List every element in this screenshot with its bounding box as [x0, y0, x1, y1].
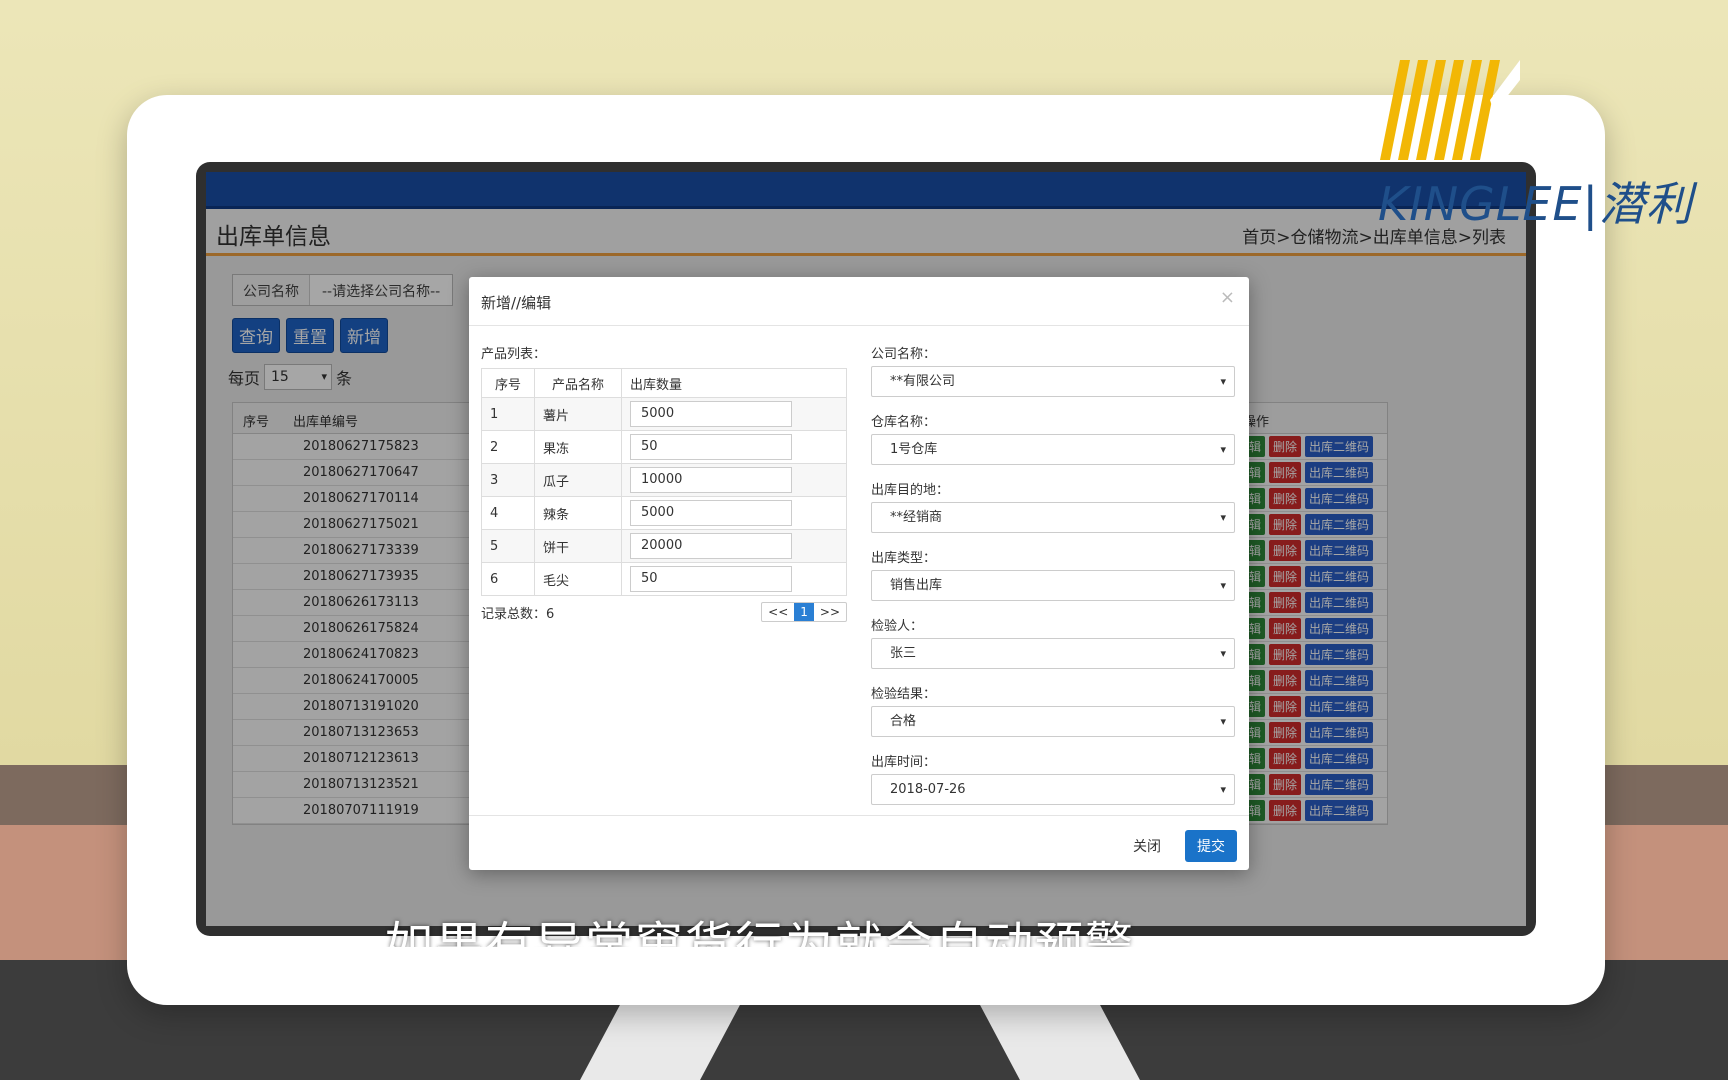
- product-qty-cell: 50: [621, 562, 847, 596]
- product-name: 饼干: [534, 529, 622, 563]
- quantity-input[interactable]: 5000: [630, 401, 792, 427]
- video-caption: 如果有异常窜货行为就会自动预警: [385, 917, 1136, 947]
- product-name: 薯片: [534, 397, 622, 431]
- product-row: 6 毛尖 50: [481, 562, 847, 596]
- form-panel: 公司名称： **有限公司仓库名称： 1号仓库出库目的地： **经销商出库类型： 销售出库…: [871, 343, 1235, 819]
- product-qty-cell: 5000: [621, 496, 847, 530]
- product-table-footer: 记录总数：6 << 1 >>: [481, 602, 847, 622]
- close-button[interactable]: 关闭: [1123, 832, 1171, 860]
- submit-button[interactable]: 提交: [1185, 830, 1237, 862]
- record-total: 记录总数：6: [481, 606, 555, 622]
- field-label: 公司名称：: [871, 347, 937, 362]
- form-field: 检验结果： 合格: [871, 683, 1235, 737]
- edit-modal: 新增//编辑 × 产品列表： 序号 产品名称 出库数量 1 薯片 5000 2 果冻 50…: [469, 277, 1249, 870]
- product-name: 辣条: [534, 496, 622, 530]
- field-label: 检验结果：: [871, 687, 937, 702]
- product-index: 4: [481, 496, 535, 530]
- product-col-index: 序号: [481, 368, 535, 398]
- product-row: 4 辣条 5000: [481, 496, 847, 530]
- field-label: 仓库名称：: [871, 415, 937, 430]
- product-row: 3 瓜子 10000: [481, 463, 847, 497]
- modal-footer: 关闭 提交: [469, 815, 1249, 870]
- form-field: 检验人： 张三: [871, 615, 1235, 669]
- product-row: 2 果冻 50: [481, 430, 847, 464]
- quantity-input[interactable]: 50: [630, 566, 792, 592]
- product-col-name: 产品名称: [534, 368, 622, 398]
- quantity-input[interactable]: 20000: [630, 533, 792, 559]
- next-page-button[interactable]: >>: [814, 603, 846, 621]
- inspection-result-select[interactable]: 合格: [871, 706, 1235, 737]
- field-label: 出库目的地：: [871, 483, 950, 498]
- form-field: 仓库名称： 1号仓库: [871, 411, 1235, 465]
- company-select[interactable]: **有限公司: [871, 366, 1235, 397]
- product-index: 2: [481, 430, 535, 464]
- warehouse-select[interactable]: 1号仓库: [871, 434, 1235, 465]
- logo-text: KINGLEE|潜利: [1378, 177, 1694, 231]
- form-field: 公司名称： **有限公司: [871, 343, 1235, 397]
- destination-select[interactable]: **经销商: [871, 502, 1235, 533]
- product-list-label: 产品列表：: [481, 347, 547, 362]
- product-index: 1: [481, 397, 535, 431]
- product-index: 6: [481, 562, 535, 596]
- field-label: 出库时间：: [871, 755, 937, 770]
- product-name: 果冻: [534, 430, 622, 464]
- product-qty-cell: 10000: [621, 463, 847, 497]
- shipment-date-picker[interactable]: 2018-07-26: [871, 774, 1235, 805]
- product-row: 1 薯片 5000: [481, 397, 847, 431]
- quantity-input[interactable]: 50: [630, 434, 792, 460]
- product-panel: 产品列表： 序号 产品名称 出库数量 1 薯片 5000 2 果冻 50 3 瓜子 10000 4…: [481, 343, 847, 622]
- field-label: 出库类型：: [871, 551, 937, 566]
- prev-page-button[interactable]: <<: [762, 603, 794, 621]
- form-field: 出库时间： 2018-07-26: [871, 751, 1235, 805]
- field-label: 检验人：: [871, 619, 924, 634]
- shipment-type-select[interactable]: 销售出库: [871, 570, 1235, 601]
- product-name: 毛尖: [534, 562, 622, 596]
- page-1-button[interactable]: 1: [794, 603, 814, 621]
- inspector-select[interactable]: 张三: [871, 638, 1235, 669]
- product-qty-cell: 5000: [621, 397, 847, 431]
- product-index: 3: [481, 463, 535, 497]
- product-row: 5 饼干 20000: [481, 529, 847, 563]
- modal-header: 新增//编辑 ×: [469, 277, 1249, 326]
- product-index: 5: [481, 529, 535, 563]
- close-icon[interactable]: ×: [1220, 287, 1235, 308]
- product-table: 序号 产品名称 出库数量 1 薯片 5000 2 果冻 50 3 瓜子 10000 4 辣条 5000…: [481, 368, 847, 596]
- product-name: 瓜子: [534, 463, 622, 497]
- pagination: << 1 >>: [761, 602, 847, 622]
- product-qty-cell: 20000: [621, 529, 847, 563]
- form-field: 出库目的地： **经销商: [871, 479, 1235, 533]
- product-col-qty: 出库数量: [621, 368, 847, 398]
- modal-title: 新增//编辑: [481, 294, 552, 312]
- form-field: 出库类型： 销售出库: [871, 547, 1235, 601]
- quantity-input[interactable]: 5000: [630, 500, 792, 526]
- product-qty-cell: 50: [621, 430, 847, 464]
- quantity-input[interactable]: 10000: [630, 467, 792, 493]
